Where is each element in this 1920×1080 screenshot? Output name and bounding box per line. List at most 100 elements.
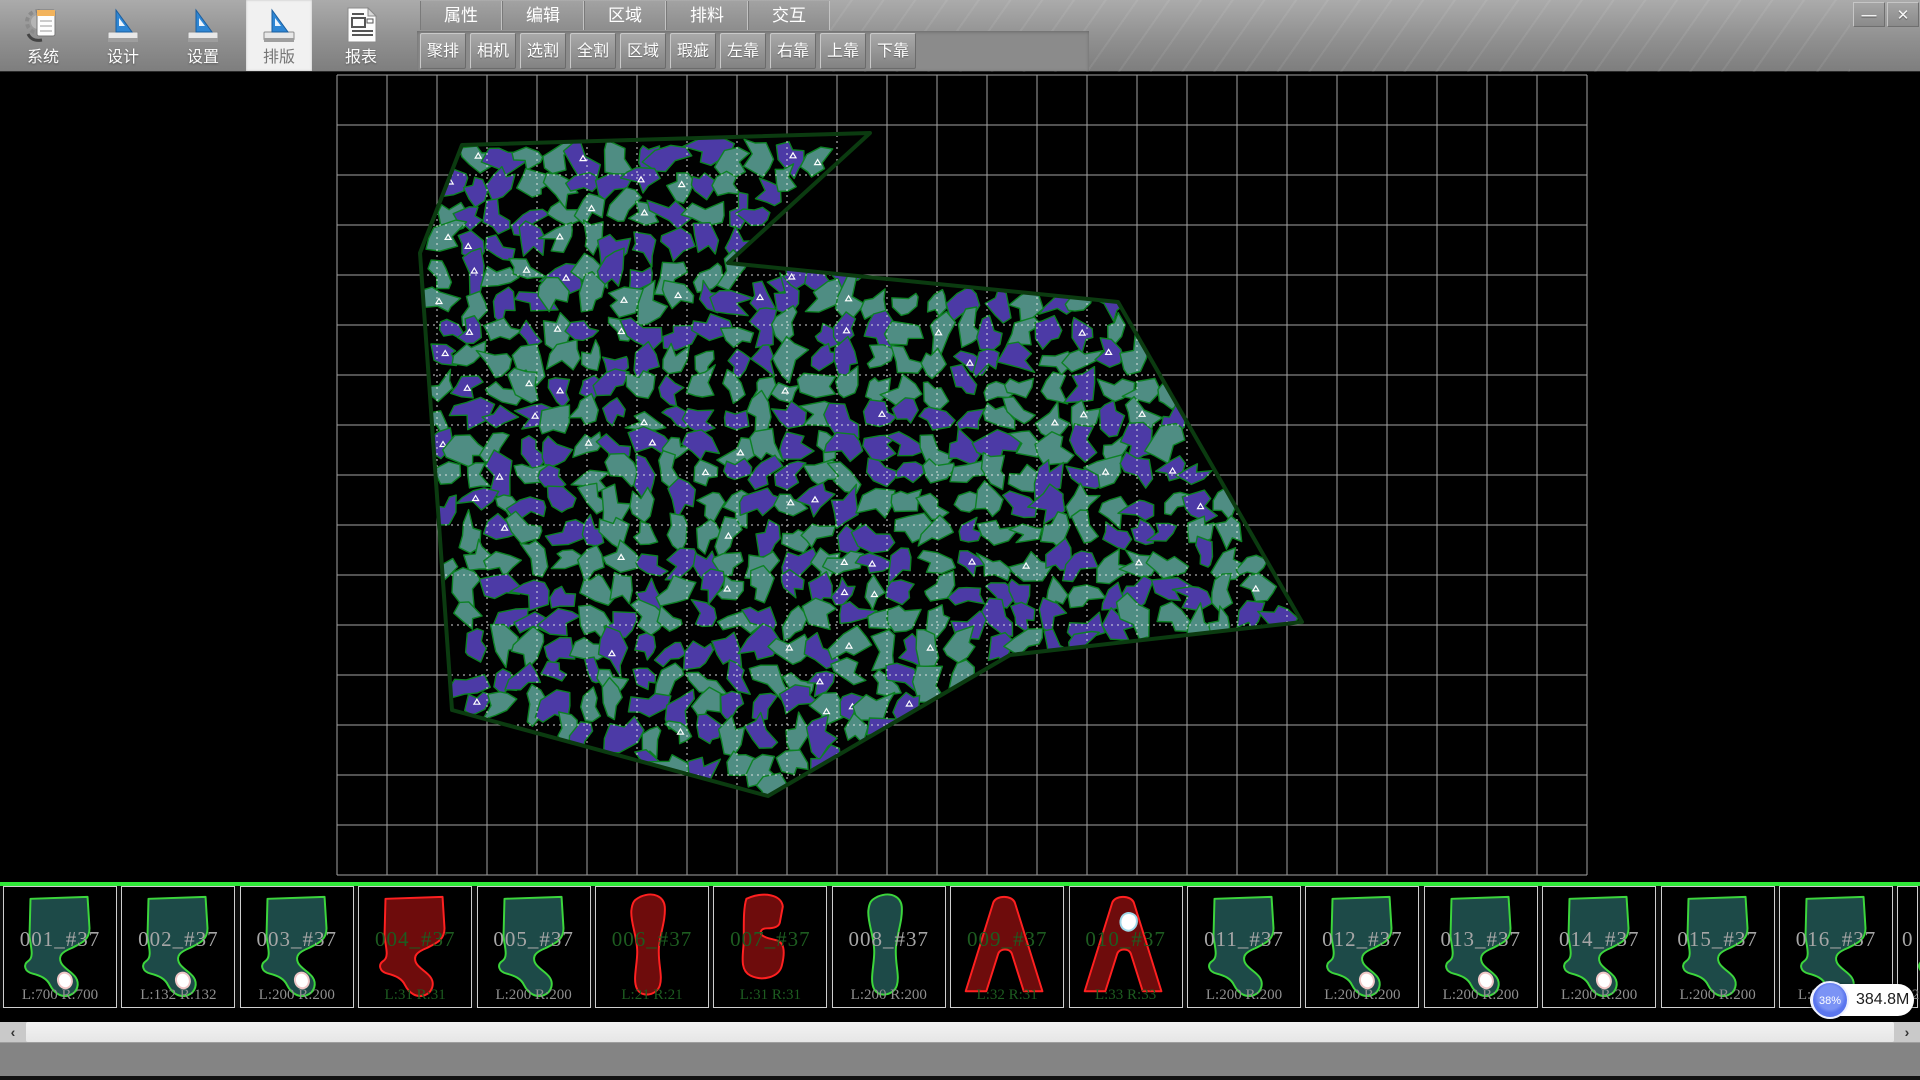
piece-name: 005_#37 — [478, 927, 590, 952]
piece-name: 003_#37 — [241, 927, 353, 952]
piece-counts: L:200 R:200 — [241, 987, 353, 1004]
tool-button-聚排[interactable]: 聚排 — [420, 33, 466, 69]
menu-item-编辑[interactable]: 编辑 — [502, 1, 584, 30]
piece-thumbnail-001_#37[interactable]: 001_#37 L:700 R:700 — [3, 886, 117, 1008]
tool-bar: 聚排相机选割全割区域瑕疵左靠右靠上靠下靠 — [420, 33, 920, 69]
piece-counts: L:32 R:31 — [951, 987, 1063, 1004]
menu-item-区域[interactable]: 区域 — [584, 1, 666, 30]
report-icon — [348, 8, 376, 42]
piece-thumbnail-strip: 001_#37L:700 R:700 002_#37L:132 R:132 00… — [0, 886, 1920, 1008]
piece-counts: L:132 R:132 — [122, 987, 234, 1004]
app-tab-label: 设置 — [170, 43, 236, 67]
menu-item-排料[interactable]: 排料 — [666, 1, 748, 30]
scroll-left-icon[interactable]: ‹ — [0, 1022, 26, 1042]
piece-thumbnail-008_#37[interactable]: 008_#37 L:200 R:200 — [832, 886, 946, 1008]
menu-bar: 属性编辑区域排料交互 — [420, 1, 830, 30]
status-bar — [0, 1042, 1920, 1076]
gear-icon — [27, 10, 55, 40]
piece-name: 013_#37 — [1425, 927, 1537, 952]
scrollbar-thumb[interactable] — [26, 1022, 1894, 1042]
piece-thumbnail-009_#37[interactable]: 009_#37 L:32 R:31 — [950, 886, 1064, 1008]
scroll-right-icon[interactable]: › — [1894, 1022, 1920, 1042]
ruler-icon — [108, 10, 138, 42]
piece-thumbnail-003_#37[interactable]: 003_#37 L:200 R:200 — [240, 886, 354, 1008]
piece-thumbnail-012_#37[interactable]: 012_#37 L:200 R:200 — [1305, 886, 1419, 1008]
ruler-icon — [102, 4, 144, 46]
piece-counts: L:700 R:700 — [4, 987, 116, 1004]
report-icon — [340, 4, 382, 46]
piece-name: 014_#37 — [1543, 927, 1655, 952]
piece-counts: L:21 R:21 — [596, 987, 708, 1004]
piece-thumbnail-005_#37[interactable]: 005_#37 L:200 R:200 — [477, 886, 591, 1008]
app-tab-label: 系统 — [10, 43, 76, 67]
piece-name: 004_#37 — [359, 927, 471, 952]
app-tab-label: 报表 — [328, 43, 394, 67]
memory-usage-badge[interactable]: 38% 384.8M — [1810, 984, 1914, 1016]
menu-item-交互[interactable]: 交互 — [748, 1, 830, 30]
strip-gap — [0, 1008, 1920, 1022]
ruler-icon — [258, 4, 300, 46]
toolbar: 系统 设计 设置 排版 报表 属性编辑区域排料交互 聚排相机选割 — [0, 0, 1920, 72]
piece-counts: L:200 R:200 — [833, 987, 945, 1004]
piece-name: 002_#37 — [122, 927, 234, 952]
piece-counts: L:200 R:200 — [478, 987, 590, 1004]
memory-value: 384.8M — [1856, 984, 1909, 1016]
piece-thumbnail-006_#37[interactable]: 006_#37 L:21 R:21 — [595, 886, 709, 1008]
horizontal-scrollbar[interactable]: ‹ › — [0, 1022, 1920, 1042]
piece-counts: L:33 R:33 — [1070, 987, 1182, 1004]
nesting-canvas[interactable] — [0, 72, 1920, 882]
ruler-icon — [264, 10, 294, 42]
piece-thumbnail-013_#37[interactable]: 013_#37 L:200 R:200 — [1424, 886, 1538, 1008]
piece-name: 001_#37 — [4, 927, 116, 952]
tool-button-相机[interactable]: 相机 — [470, 33, 516, 69]
piece-thumbnail-011_#37[interactable]: 011_#37 L:200 R:200 — [1187, 886, 1301, 1008]
tool-button-选割[interactable]: 选割 — [520, 33, 566, 69]
piece-counts: L:200 R:200 — [1306, 987, 1418, 1004]
piece-counts: L:31 R:31 — [359, 987, 471, 1004]
piece-thumbnail-015_#37[interactable]: 015_#37 L:200 R:200 — [1661, 886, 1775, 1008]
piece-name: 016_#37 — [1780, 927, 1892, 952]
app-tab-报表[interactable]: 报表 — [328, 0, 394, 71]
piece-thumbnail-014_#37[interactable]: 014_#37 L:200 R:200 — [1542, 886, 1656, 1008]
tool-button-上靠[interactable]: 上靠 — [820, 33, 866, 69]
app-tab-设置[interactable]: 设置 — [170, 0, 236, 71]
ruler-icon — [182, 4, 224, 46]
piece-counts: L:31 R:31 — [714, 987, 826, 1004]
tool-button-下靠[interactable]: 下靠 — [870, 33, 916, 69]
piece-name: 015_#37 — [1662, 927, 1774, 952]
app-tab-设计[interactable]: 设计 — [90, 0, 156, 71]
window-bottom-edge — [0, 1076, 1920, 1080]
piece-thumbnail-002_#37[interactable]: 002_#37 L:132 R:132 — [121, 886, 235, 1008]
piece-name: 011_#37 — [1188, 927, 1300, 952]
piece-thumbnail-010_#37[interactable]: 010_#37 L:33 R:33 — [1069, 886, 1183, 1008]
piece-thumbnail-007_#37[interactable]: 007_#37 L:31 R:31 — [713, 886, 827, 1008]
minimize-button[interactable]: — — [1853, 2, 1885, 27]
app-tab-label: 排版 — [246, 43, 312, 67]
app-tab-系统[interactable]: 系统 — [10, 0, 76, 71]
piece-counts: L:200 R:200 — [1425, 987, 1537, 1004]
ruler-icon — [188, 10, 218, 42]
piece-name: 012_#37 — [1306, 927, 1418, 952]
piece-counts: L:200 R:200 — [1188, 987, 1300, 1004]
piece-name: 007_#37 — [714, 927, 826, 952]
app-tab-label: 设计 — [90, 43, 156, 67]
piece-counts: L:200 R:200 — [1543, 987, 1655, 1004]
tool-button-全割[interactable]: 全割 — [570, 33, 616, 69]
piece-name: 008_#37 — [833, 927, 945, 952]
piece-thumbnail-004_#37[interactable]: 004_#37 L:31 R:31 — [358, 886, 472, 1008]
piece-name: 006_#37 — [596, 927, 708, 952]
piece-name: 010_#37 — [1070, 927, 1182, 952]
piece-name: 0 — [1898, 927, 1917, 952]
menu-item-属性[interactable]: 属性 — [420, 1, 502, 30]
tool-button-右靠[interactable]: 右靠 — [770, 33, 816, 69]
tool-button-瑕疵[interactable]: 瑕疵 — [670, 33, 716, 69]
close-button[interactable]: ✕ — [1887, 2, 1919, 27]
tool-button-左靠[interactable]: 左靠 — [720, 33, 766, 69]
piece-name: 009_#37 — [951, 927, 1063, 952]
nesting-canvas-svg — [0, 72, 1920, 882]
app-tab-排版[interactable]: 排版 — [246, 0, 312, 71]
piece-counts: L:200 R:200 — [1662, 987, 1774, 1004]
application-window: 系统 设计 设置 排版 报表 属性编辑区域排料交互 聚排相机选割 — [0, 0, 1920, 1080]
tool-button-区域[interactable]: 区域 — [620, 33, 666, 69]
usage-percent-indicator: 38% — [1811, 981, 1849, 1019]
